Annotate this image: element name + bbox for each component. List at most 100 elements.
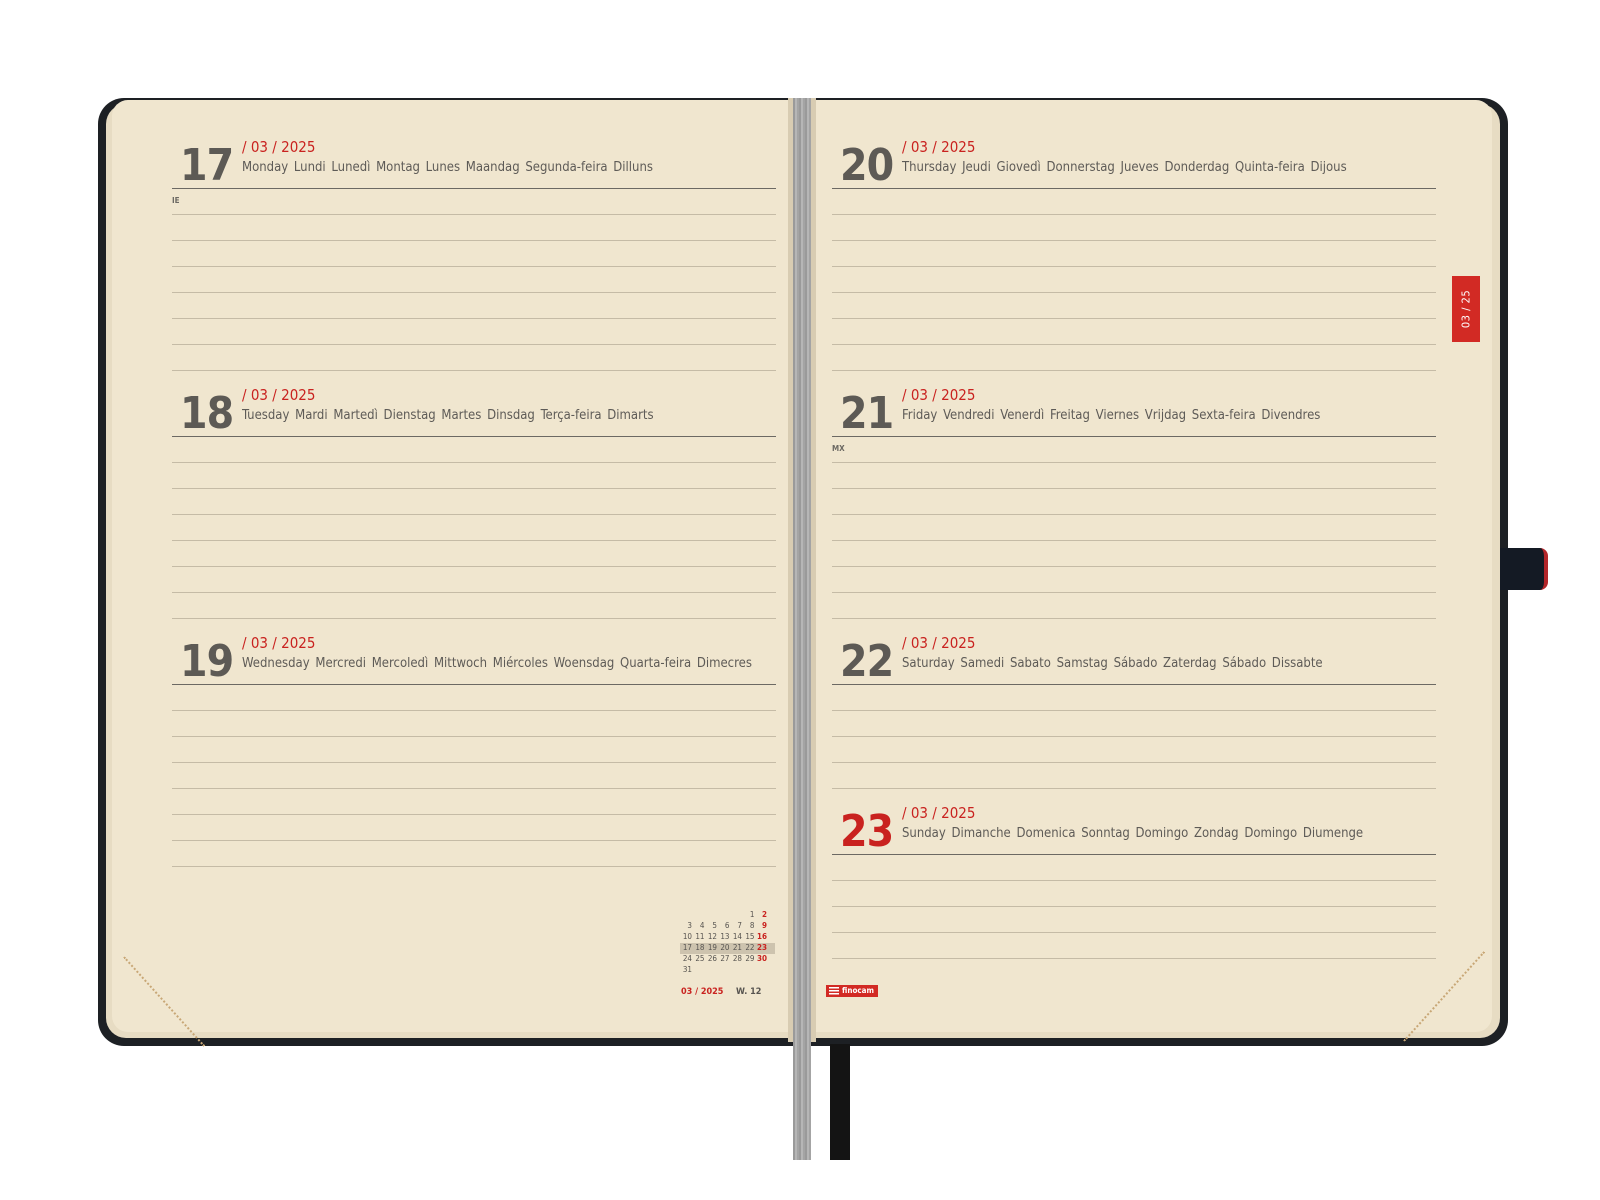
brand-stripes-icon bbox=[829, 987, 839, 995]
day-header-rule bbox=[832, 436, 1436, 437]
writing-line[interactable] bbox=[832, 214, 1436, 215]
mini-calendar-week: 10 11 12 13 14 15 16 bbox=[680, 932, 775, 943]
writing-line[interactable] bbox=[172, 618, 776, 619]
mini-calendar-day: 25 bbox=[695, 954, 705, 963]
writing-line[interactable] bbox=[172, 540, 776, 541]
writing-line[interactable] bbox=[832, 540, 1436, 541]
holiday-region-tag: IE bbox=[172, 196, 180, 205]
holiday-region-tag: MX bbox=[832, 444, 845, 453]
mini-month-calendar: 1 2 3 4 5 6 7 8 9 10 11 12 13 14 15 16 17 18 19 20 21 22 23 24 2… bbox=[680, 910, 775, 976]
writing-line[interactable] bbox=[832, 240, 1436, 241]
footer-week-number: W. 12 bbox=[736, 987, 762, 997]
writing-line[interactable] bbox=[832, 566, 1436, 567]
writing-line[interactable] bbox=[172, 592, 776, 593]
writing-line[interactable] bbox=[832, 932, 1436, 933]
day-date: / 03 / 2025 bbox=[242, 138, 316, 156]
writing-line[interactable] bbox=[172, 736, 776, 737]
weekday-names: Saturday Samedi Sabato Samstag Sábado Za… bbox=[902, 656, 1323, 671]
day-number: 19 bbox=[180, 636, 234, 687]
writing-line[interactable] bbox=[832, 462, 1436, 463]
weekday-names: Sunday Dimanche Domenica Sonntag Domingo… bbox=[902, 826, 1364, 841]
mini-calendar-day: 15 bbox=[745, 932, 755, 941]
writing-line[interactable] bbox=[832, 736, 1436, 737]
writing-line[interactable] bbox=[172, 814, 776, 815]
writing-line[interactable] bbox=[832, 906, 1436, 907]
writing-line[interactable] bbox=[832, 514, 1436, 515]
writing-line[interactable] bbox=[832, 488, 1436, 489]
writing-line[interactable] bbox=[172, 462, 776, 463]
mini-calendar-day: 4 bbox=[699, 921, 705, 930]
mini-calendar-day: 14 bbox=[732, 932, 742, 941]
weekday-names: Wednesday Mercredi Mercoledì Mittwoch Mi… bbox=[242, 656, 752, 671]
mini-calendar-day: 28 bbox=[732, 954, 742, 963]
mini-calendar-day: 23 bbox=[756, 943, 767, 952]
mini-calendar-day: 27 bbox=[720, 954, 730, 963]
mini-calendar-day: 29 bbox=[745, 954, 755, 963]
writing-line[interactable] bbox=[832, 592, 1436, 593]
day-date: / 03 / 2025 bbox=[242, 386, 316, 404]
black-ribbon-bookmark[interactable] bbox=[830, 1044, 850, 1160]
writing-line[interactable] bbox=[832, 788, 1436, 789]
day-number: 21 bbox=[840, 388, 894, 439]
writing-line[interactable] bbox=[172, 370, 776, 371]
elastic-closure[interactable] bbox=[1500, 548, 1548, 590]
mini-calendar-day: 12 bbox=[707, 932, 717, 941]
writing-line[interactable] bbox=[172, 344, 776, 345]
mini-calendar-day: 1 bbox=[749, 910, 755, 919]
mini-calendar-week: 12 bbox=[680, 910, 775, 921]
weekday-names: Friday Vendredi Venerdì Freitag Viernes … bbox=[902, 408, 1321, 423]
day-date: / 03 / 2025 bbox=[902, 634, 976, 652]
mini-calendar-day: 5 bbox=[712, 921, 717, 930]
writing-line[interactable] bbox=[832, 880, 1436, 881]
grey-ribbon-bookmark[interactable] bbox=[793, 98, 811, 1160]
day-number: 20 bbox=[840, 140, 894, 191]
writing-line[interactable] bbox=[172, 488, 776, 489]
mini-calendar-day: 6 bbox=[724, 921, 730, 930]
writing-line[interactable] bbox=[832, 318, 1436, 319]
writing-line[interactable] bbox=[832, 370, 1436, 371]
writing-line[interactable] bbox=[172, 788, 776, 789]
day-header-rule bbox=[172, 188, 776, 189]
writing-line[interactable] bbox=[172, 866, 776, 867]
mini-calendar-week: 3456789 bbox=[680, 921, 775, 932]
writing-line[interactable] bbox=[832, 762, 1436, 763]
day-date: / 03 / 2025 bbox=[902, 804, 976, 822]
mini-calendar-day: 24 bbox=[682, 954, 692, 963]
writing-line[interactable] bbox=[172, 566, 776, 567]
day-header-rule bbox=[172, 436, 776, 437]
day-date: / 03 / 2025 bbox=[242, 634, 316, 652]
writing-line[interactable] bbox=[832, 618, 1436, 619]
day-header-rule bbox=[172, 684, 776, 685]
writing-line[interactable] bbox=[172, 514, 776, 515]
writing-line[interactable] bbox=[832, 710, 1436, 711]
writing-line[interactable] bbox=[832, 958, 1436, 959]
writing-line[interactable] bbox=[172, 710, 776, 711]
writing-line[interactable] bbox=[172, 292, 776, 293]
mini-calendar-week: 17 18 19 20 21 22 23 bbox=[680, 943, 775, 954]
mini-calendar-day: 30 bbox=[756, 954, 767, 963]
writing-line[interactable] bbox=[172, 266, 776, 267]
mini-calendar-day: 31 bbox=[682, 965, 692, 974]
day-date: / 03 / 2025 bbox=[902, 138, 976, 156]
day-header-rule bbox=[832, 684, 1436, 685]
month-tab[interactable]: 03 / 25 bbox=[1452, 276, 1480, 342]
mini-calendar-day: 2 bbox=[761, 910, 767, 919]
mini-calendar-day: 19 bbox=[707, 943, 717, 952]
brand-logo: finocam bbox=[826, 985, 879, 997]
writing-line[interactable] bbox=[832, 344, 1436, 345]
writing-line[interactable] bbox=[832, 266, 1436, 267]
mini-calendar-week: 24 25 26 27 28 29 30 bbox=[680, 954, 775, 965]
writing-line[interactable] bbox=[172, 240, 776, 241]
weekday-names: Thursday Jeudi Giovedì Donnerstag Jueves… bbox=[902, 160, 1347, 175]
mini-calendar-day: 13 bbox=[720, 932, 730, 941]
writing-line[interactable] bbox=[172, 318, 776, 319]
mini-calendar-day: 18 bbox=[695, 943, 705, 952]
brand-name: finocam bbox=[842, 986, 875, 995]
day-header-rule bbox=[832, 854, 1436, 855]
writing-line[interactable] bbox=[172, 762, 776, 763]
writing-line[interactable] bbox=[172, 840, 776, 841]
weekday-names: Tuesday Mardi Martedì Dienstag Martes Di… bbox=[242, 408, 654, 423]
writing-line[interactable] bbox=[832, 292, 1436, 293]
writing-line[interactable] bbox=[172, 214, 776, 215]
day-number: 17 bbox=[180, 140, 234, 191]
